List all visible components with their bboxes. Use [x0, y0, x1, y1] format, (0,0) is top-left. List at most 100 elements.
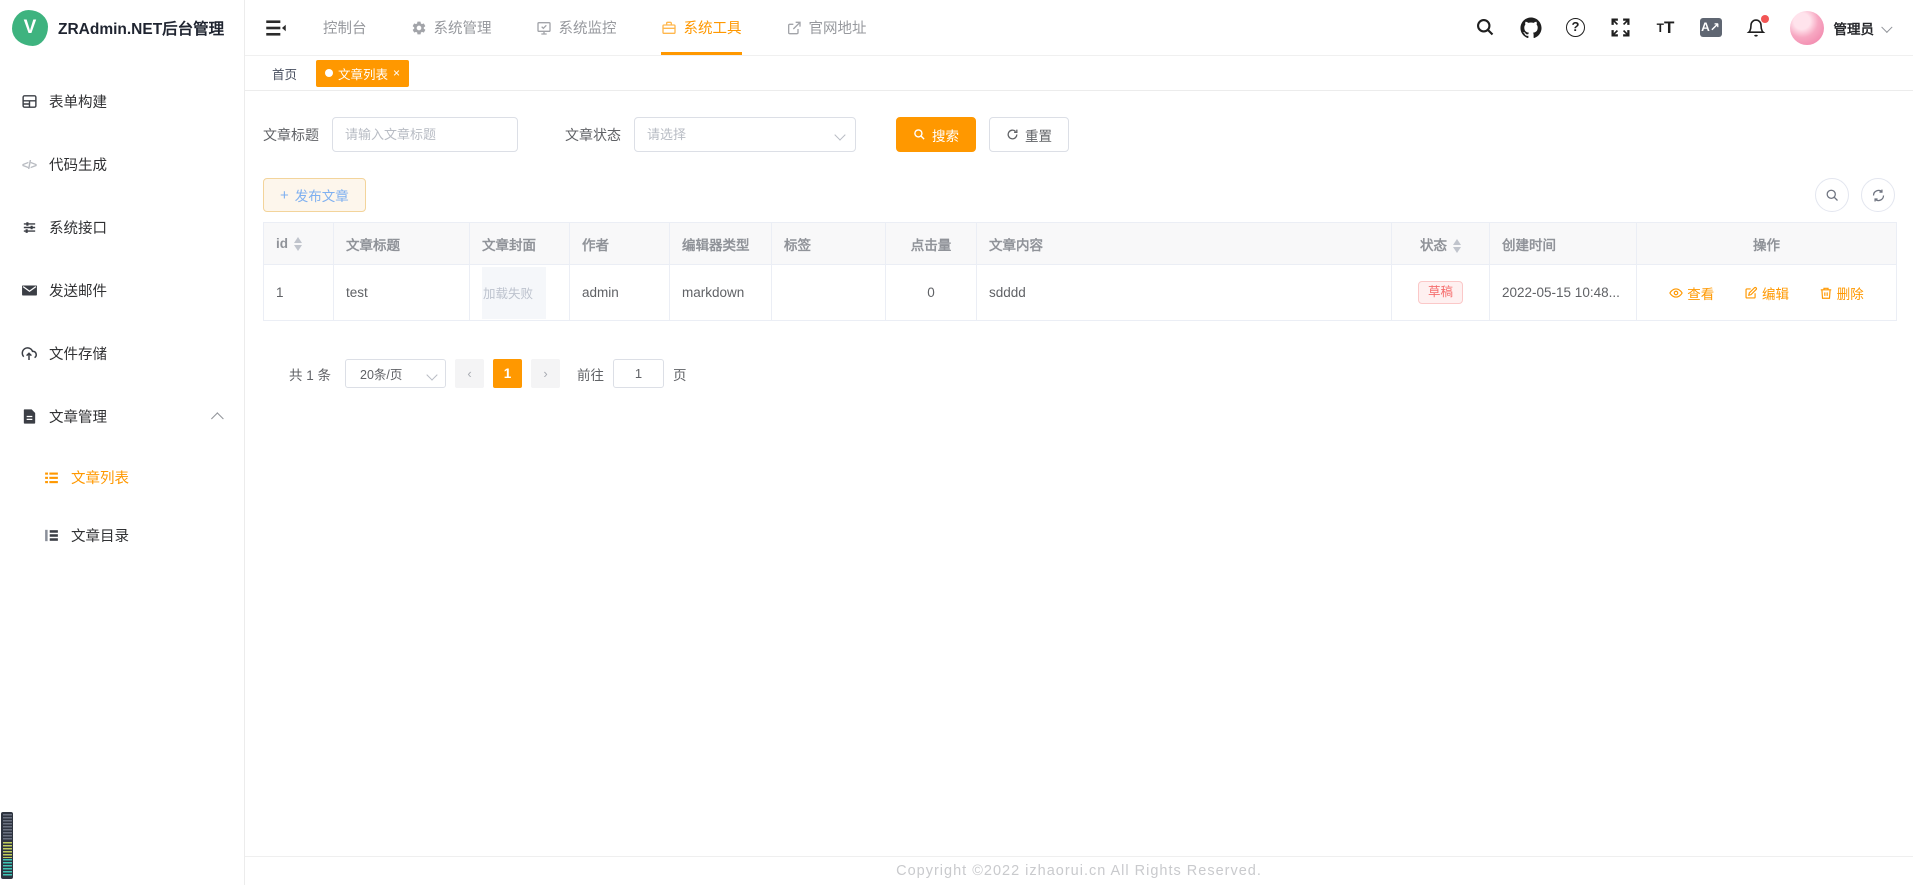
- tag-home[interactable]: 首页: [263, 60, 306, 87]
- cell-author: admin: [570, 265, 670, 321]
- app-logo[interactable]: V ZRAdmin.NET后台管理: [0, 0, 244, 56]
- header-hits: 点击量: [886, 223, 977, 265]
- cell-hits: 0: [886, 265, 977, 321]
- devtools-minimap[interactable]: [1, 812, 13, 879]
- search-icon[interactable]: [1475, 17, 1497, 39]
- sliders-icon: [20, 219, 38, 237]
- nav-item-system-manage[interactable]: 系统管理: [411, 0, 492, 55]
- edit-button[interactable]: 编辑: [1744, 283, 1789, 303]
- sidebar-collapse-button[interactable]: [263, 15, 289, 41]
- cloud-upload-icon: [20, 345, 38, 363]
- cell-cover: 加载失败: [470, 265, 570, 321]
- table-row[interactable]: 1 test 加载失败 admin markdown 0 sdddd 草稿: [264, 265, 1897, 321]
- sidebar-item-send-mail[interactable]: 发送邮件: [0, 259, 244, 322]
- broken-image-placeholder: 加载失败: [482, 267, 546, 319]
- cell-content: sdddd: [977, 265, 1392, 321]
- nav-item-system-monitor[interactable]: 系统监控: [536, 0, 617, 55]
- sidebar-item-file-storage[interactable]: 文件存储: [0, 322, 244, 385]
- plus-icon: +: [280, 187, 289, 204]
- minimap-stripes-teal: [3, 859, 12, 877]
- refresh-table-button[interactable]: [1861, 178, 1895, 212]
- sidebar-menu: 表单构建 </> 代码生成 系统接口 发送邮件: [0, 70, 244, 564]
- sidebar-item-article-catalog[interactable]: 文章目录: [0, 506, 244, 564]
- notification-bell-icon[interactable]: [1745, 17, 1767, 39]
- sort-icon[interactable]: [1453, 239, 1461, 253]
- edit-icon: [1744, 286, 1758, 300]
- table-toolbar: + 发布文章: [263, 178, 1895, 212]
- view-button[interactable]: 查看: [1669, 283, 1714, 303]
- article-status-label: 文章状态: [565, 125, 621, 145]
- sidebar-item-article-list[interactable]: 文章列表: [0, 448, 244, 506]
- document-icon: [20, 408, 38, 426]
- sidebar-item-label: 文章列表: [71, 467, 129, 488]
- page-size-select[interactable]: [345, 359, 446, 388]
- header-cover: 文章封面: [470, 223, 570, 265]
- publish-article-button[interactable]: + 发布文章: [263, 178, 366, 212]
- font-size-icon[interactable]: TT: [1655, 17, 1677, 39]
- header-id[interactable]: id: [264, 223, 334, 265]
- delete-button[interactable]: 删除: [1819, 283, 1864, 303]
- logo-icon: V: [12, 10, 48, 46]
- sidebar-item-label: 代码生成: [49, 154, 107, 175]
- show-search-toggle-button[interactable]: [1815, 178, 1849, 212]
- eye-icon: [1669, 286, 1683, 300]
- edit-label: 编辑: [1762, 283, 1789, 303]
- page-content: 文章标题 文章状态 搜索 重置: [245, 91, 1913, 856]
- sidebar-item-form-builder[interactable]: 表单构建: [0, 70, 244, 133]
- table-tools: [1815, 178, 1895, 212]
- translate-icon[interactable]: A↗: [1700, 17, 1722, 39]
- status-badge: 草稿: [1418, 281, 1463, 304]
- username-label[interactable]: 管理员: [1834, 18, 1875, 38]
- cell-created: 2022-05-15 10:48...: [1490, 265, 1637, 321]
- page-number-button[interactable]: 1: [493, 359, 522, 388]
- sidebar-item-code-gen[interactable]: </> 代码生成: [0, 133, 244, 196]
- tag-label: 文章列表: [338, 64, 388, 83]
- sidebar-item-label: 文章目录: [71, 525, 129, 546]
- external-link-icon: [786, 20, 802, 36]
- tag-article-list[interactable]: 文章列表 ×: [316, 60, 409, 87]
- table-header-row: id 文章标题 文章封面 作者 编辑器类型 标签 点击量 文章内容 状态 创建时…: [264, 223, 1897, 265]
- sidebar-item-label: 系统接口: [49, 217, 107, 238]
- header-actions: 操作: [1637, 223, 1897, 265]
- sidebar-item-label: 表单构建: [49, 91, 107, 112]
- avatar[interactable]: [1790, 11, 1824, 45]
- help-icon[interactable]: ?: [1565, 17, 1587, 39]
- prev-page-button[interactable]: ‹: [455, 359, 484, 388]
- nav-item-system-tools[interactable]: 系统工具: [661, 0, 742, 55]
- publish-button-label: 发布文章: [295, 185, 349, 205]
- sidebar-item-article-manage[interactable]: 文章管理: [0, 385, 244, 448]
- chevron-down-icon[interactable]: [1881, 21, 1892, 32]
- logo-letter: V: [24, 17, 37, 39]
- minimap-stripes-gray: [3, 814, 12, 840]
- goto-page-input[interactable]: [613, 359, 664, 388]
- article-title-input[interactable]: [332, 117, 518, 152]
- reset-button[interactable]: 重置: [989, 117, 1069, 152]
- close-icon[interactable]: ×: [393, 67, 400, 79]
- header-status[interactable]: 状态: [1392, 223, 1490, 265]
- github-icon[interactable]: [1520, 17, 1542, 39]
- cell-title: test: [334, 265, 470, 321]
- form-builder-icon: [20, 93, 38, 111]
- search-button-label: 搜索: [932, 125, 959, 145]
- article-status-select-wrap: [634, 117, 856, 152]
- article-status-select[interactable]: [634, 117, 856, 152]
- sort-icon[interactable]: [294, 237, 302, 251]
- header-title: 文章标题: [334, 223, 470, 265]
- nav-item-console[interactable]: 控制台: [323, 0, 367, 55]
- copyright-footer: Copyright ©2022 izhaorui.cn All Rights R…: [245, 856, 1913, 885]
- main-area: 控制台 系统管理 系统监控 系统工具 官网地址: [245, 0, 1913, 885]
- header-tag: 标签: [772, 223, 886, 265]
- mail-icon: [20, 282, 38, 300]
- nav-item-label: 系统监控: [559, 17, 617, 38]
- view-label: 查看: [1687, 283, 1714, 303]
- header-created: 创建时间: [1490, 223, 1637, 265]
- sidebar-item-system-api[interactable]: 系统接口: [0, 196, 244, 259]
- monitor-icon: [536, 20, 552, 36]
- search-button[interactable]: 搜索: [896, 117, 976, 152]
- nav-item-label: 系统管理: [434, 17, 492, 38]
- code-icon: </>: [20, 156, 38, 174]
- fullscreen-icon[interactable]: [1610, 17, 1632, 39]
- next-page-button[interactable]: ›: [531, 359, 560, 388]
- cell-actions: 查看 编辑 删除: [1637, 265, 1897, 321]
- nav-item-official-site[interactable]: 官网地址: [786, 0, 867, 55]
